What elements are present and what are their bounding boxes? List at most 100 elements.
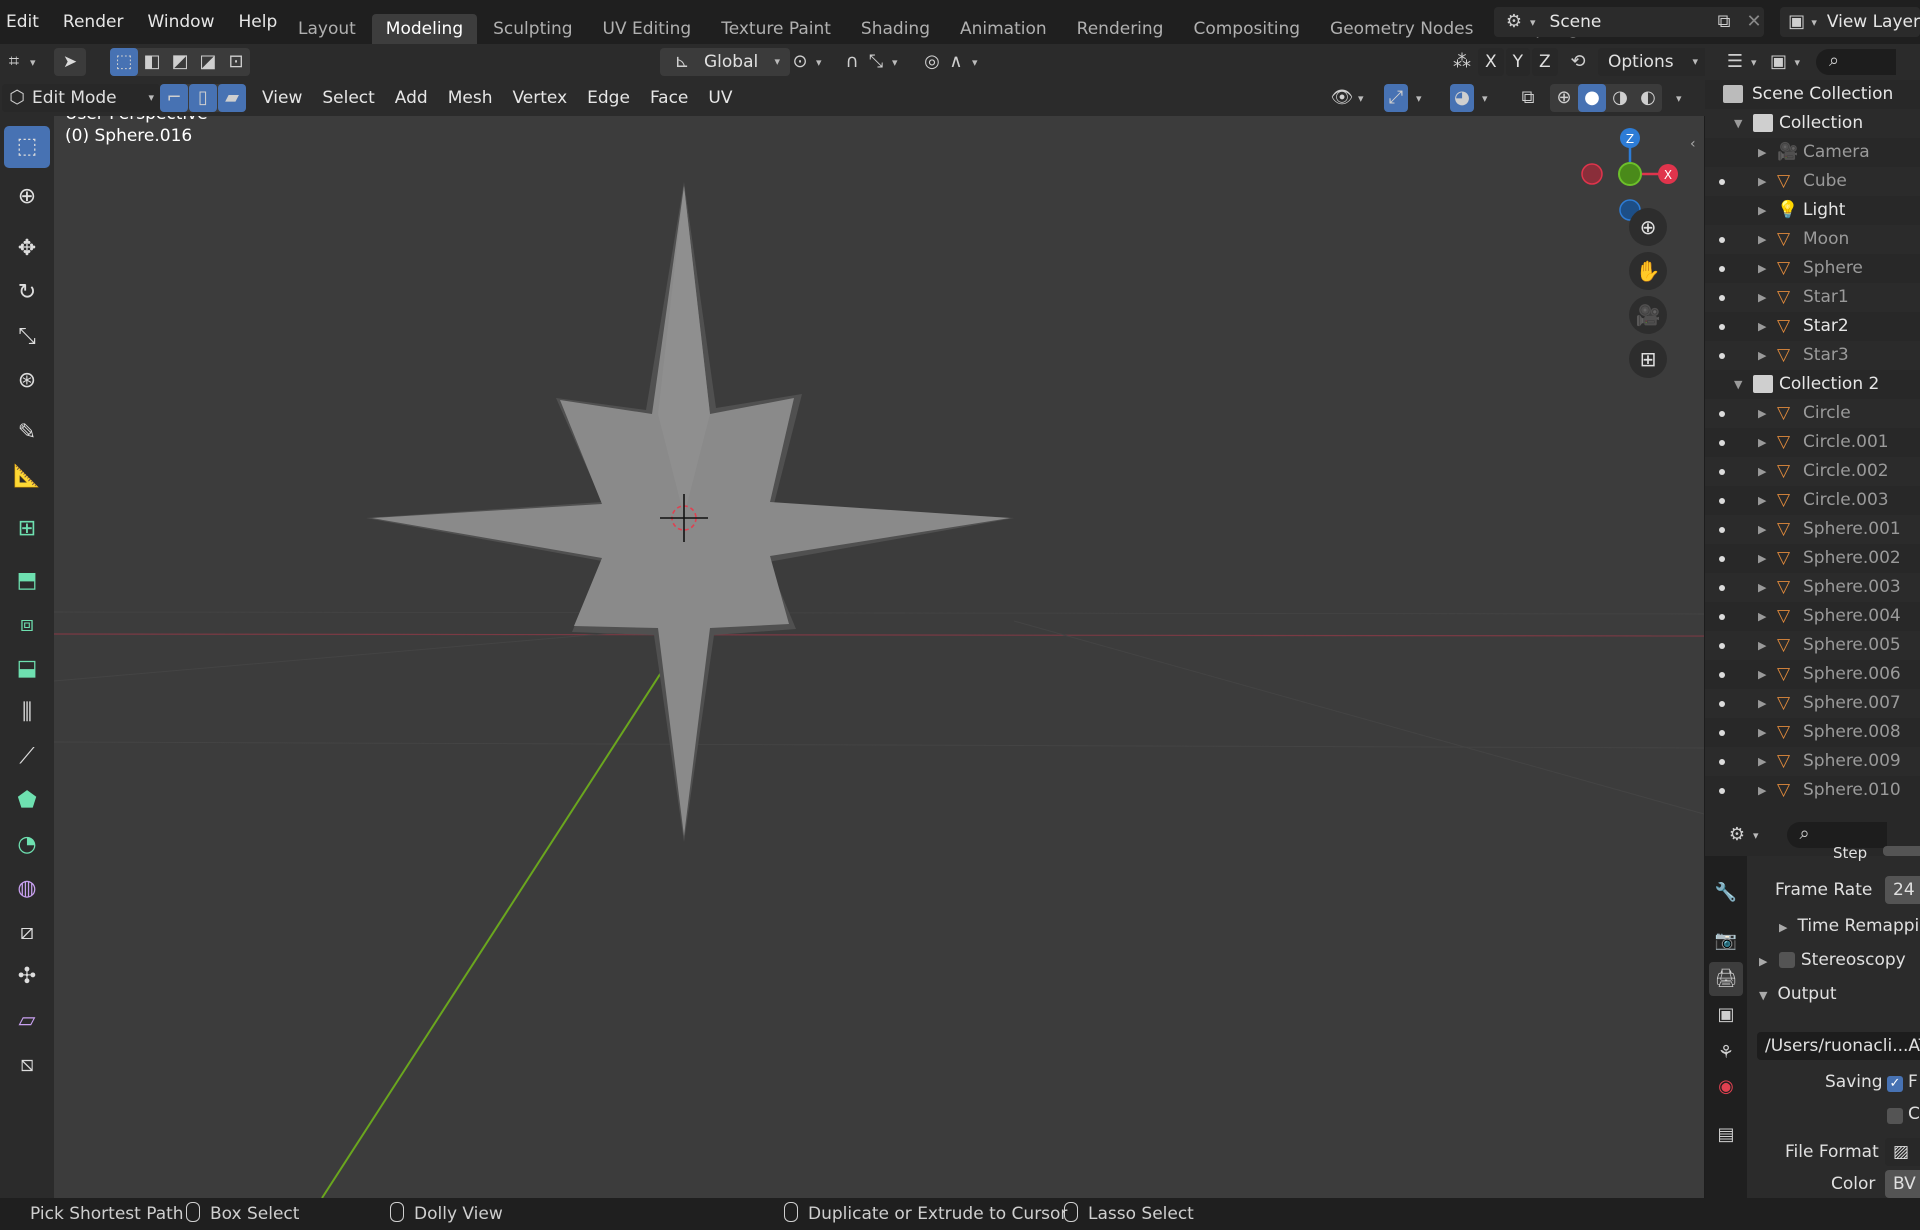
chevron-right-icon[interactable]: ▶ <box>1758 486 1766 515</box>
outliner-object-row[interactable]: ▶ ▽ Circle.003 <box>1705 486 1920 515</box>
view-layer-selector[interactable]: ▣ ▾ View Layer <box>1780 7 1920 37</box>
tab-modeling[interactable]: Modeling <box>371 14 478 44</box>
tab-animation[interactable]: Animation <box>946 14 1061 44</box>
mirror-z-toggle[interactable]: Z <box>1532 48 1558 76</box>
select-invert-icon[interactable]: ◪ <box>194 50 222 74</box>
visibility-dot-icon[interactable] <box>1719 469 1725 475</box>
scene-collection-row[interactable]: Scene Collection <box>1705 80 1920 109</box>
falloff-icon[interactable]: ∧ <box>944 50 968 74</box>
scale-tool-icon[interactable]: ⤡ <box>4 316 50 358</box>
scene-tab-icon[interactable]: ⚘ <box>1709 1036 1743 1070</box>
gizmo-toggle-icon[interactable]: ⤢ <box>1384 84 1408 112</box>
cursor-tool-icon[interactable]: ⊕ <box>4 176 50 218</box>
menu-edit[interactable]: Edit <box>0 0 51 44</box>
poly-build-tool-icon[interactable]: ⬟ <box>4 780 50 822</box>
visibility-dot-icon[interactable] <box>1719 353 1725 359</box>
edge-slide-tool-icon[interactable]: ⧄ <box>4 912 50 954</box>
visibility-dot-icon[interactable] <box>1719 672 1725 678</box>
visibility-dot-icon[interactable] <box>1719 237 1725 243</box>
collection-tab-icon[interactable]: ▤ <box>1709 1118 1743 1152</box>
visibility-dot-icon[interactable] <box>1719 759 1725 765</box>
chevron-right-icon[interactable]: ▶ <box>1758 254 1766 283</box>
visibility-dot-icon[interactable] <box>1719 788 1725 794</box>
outliner-object-row[interactable]: ▶ ▽ Sphere.006 <box>1705 660 1920 689</box>
new-scene-icon[interactable]: ⧉ <box>1712 10 1736 34</box>
menu-edge[interactable]: Edge <box>577 83 640 113</box>
chevron-down-icon[interactable]: ▼ <box>1734 370 1742 399</box>
perspective-toggle-icon[interactable]: ⊞ <box>1629 340 1667 378</box>
chevron-right-icon[interactable]: ▶ <box>1758 196 1766 225</box>
auto-merge-icon[interactable]: ⟲ <box>1566 50 1590 74</box>
select-new-icon[interactable]: ⬚ <box>110 48 138 76</box>
tab-compositing[interactable]: Compositing <box>1179 14 1314 44</box>
view-layer-tab-icon[interactable]: ▣ <box>1709 998 1743 1032</box>
chevron-right-icon[interactable]: ▶ <box>1758 631 1766 660</box>
outliner-object-row[interactable]: ▶ ▽ Circle <box>1705 399 1920 428</box>
outliner-object-row[interactable]: ▶ ▽ Sphere.004 <box>1705 602 1920 631</box>
extrude-tool-icon[interactable]: ⬒ <box>4 560 50 602</box>
color-mode-field[interactable]: BV <box>1885 1170 1920 1198</box>
menu-view[interactable]: View <box>252 83 312 113</box>
visibility-dot-icon[interactable] <box>1719 440 1725 446</box>
tab-geometry-nodes[interactable]: Geometry Nodes <box>1316 14 1487 44</box>
move-tool-icon[interactable]: ✥ <box>4 228 50 270</box>
frame-rate-field[interactable]: 24 <box>1885 876 1920 904</box>
step-field[interactable] <box>1883 846 1920 856</box>
outliner-object-row[interactable]: ▶ ▽ Sphere.002 <box>1705 544 1920 573</box>
outliner-search-input[interactable]: ⌕ <box>1816 49 1897 75</box>
chevron-right-icon[interactable]: ▶ <box>1758 718 1766 747</box>
sidebar-toggle-icon[interactable]: ‹ <box>1690 136 1696 152</box>
solid-shading-icon[interactable]: ● <box>1578 84 1606 112</box>
visibility-dot-icon[interactable] <box>1719 643 1725 649</box>
outliner-object-row[interactable]: ▶ ▽ Sphere.007 <box>1705 689 1920 718</box>
knife-tool-icon[interactable]: ⟋ <box>4 736 50 778</box>
vertex-select-icon[interactable]: ⌐ <box>160 84 188 112</box>
menu-select[interactable]: Select <box>312 83 384 113</box>
outliner-object-row[interactable]: ▶ ▽ Star2 <box>1705 312 1920 341</box>
tool-tab-icon[interactable]: 🔧 <box>1709 876 1743 910</box>
spin-tool-icon[interactable]: ◔ <box>4 824 50 866</box>
close-icon[interactable]: ✕ <box>1742 10 1766 34</box>
visibility-dot-icon[interactable] <box>1719 585 1725 591</box>
tab-uv-editing[interactable]: UV Editing <box>589 14 706 44</box>
outliner-object-row[interactable]: ▶ ▽ Sphere.001 <box>1705 515 1920 544</box>
visibility-dot-icon[interactable] <box>1719 556 1725 562</box>
outliner-object-row[interactable]: ▶ ▽ Star1 <box>1705 283 1920 312</box>
hand-pan-icon[interactable]: ✋ <box>1629 252 1667 290</box>
rip-tool-icon[interactable]: ⧅ <box>4 1044 50 1086</box>
shear-tool-icon[interactable]: ▱ <box>4 1000 50 1042</box>
shrink-fatten-tool-icon[interactable]: ✣ <box>4 956 50 998</box>
snap-toggle-icon[interactable]: ∩ <box>840 50 864 74</box>
menu-help[interactable]: Help <box>226 0 289 44</box>
wireframe-shading-icon[interactable]: ⊕ <box>1550 86 1578 110</box>
chevron-right-icon[interactable]: ▶ <box>1758 312 1766 341</box>
visibility-dot-icon[interactable] <box>1719 179 1725 185</box>
visibility-dot-icon[interactable] <box>1719 411 1725 417</box>
outliner-object-row[interactable]: ▶ ▽ Cube <box>1705 167 1920 196</box>
chevron-right-icon[interactable]: ▶ <box>1758 167 1766 196</box>
display-mode-icon[interactable]: ▣ <box>1767 50 1791 74</box>
menu-window[interactable]: Window <box>135 0 226 44</box>
pivot-point-icon[interactable]: ⊙ <box>788 50 812 74</box>
tab-texture-paint[interactable]: Texture Paint <box>707 14 845 44</box>
menu-vertex[interactable]: Vertex <box>502 83 577 113</box>
chevron-right-icon[interactable]: ▶ <box>1758 602 1766 631</box>
select-subtract-icon[interactable]: ◩ <box>166 50 194 74</box>
chevron-right-icon[interactable]: ▶ <box>1758 515 1766 544</box>
axis-gizmo[interactable]: Z X <box>1554 116 1694 226</box>
saving-checkbox[interactable]: ✓ <box>1887 1076 1903 1092</box>
properties-type-icon[interactable]: ⚙ <box>1725 823 1749 847</box>
chevron-right-icon[interactable]: ▶ <box>1758 457 1766 486</box>
options-dropdown[interactable]: Options ▾ <box>1598 48 1708 76</box>
outliner-object-row[interactable]: ▶ ▽ Sphere <box>1705 254 1920 283</box>
second-checkbox[interactable] <box>1887 1108 1903 1124</box>
outliner-object-row[interactable]: ▶ ▽ Star3 <box>1705 341 1920 370</box>
menu-render[interactable]: Render <box>51 0 136 44</box>
visibility-dot-icon[interactable] <box>1719 266 1725 272</box>
chevron-right-icon[interactable]: ▶ <box>1758 544 1766 573</box>
outliner-object-row[interactable]: ▶ ▽ Sphere.005 <box>1705 631 1920 660</box>
outliner-object-row[interactable]: ▶ 💡 Light <box>1705 196 1920 225</box>
material-shading-icon[interactable]: ◑ <box>1606 86 1634 110</box>
rotate-tool-icon[interactable]: ↻ <box>4 272 50 314</box>
inset-tool-icon[interactable]: ⧈ <box>4 604 50 646</box>
